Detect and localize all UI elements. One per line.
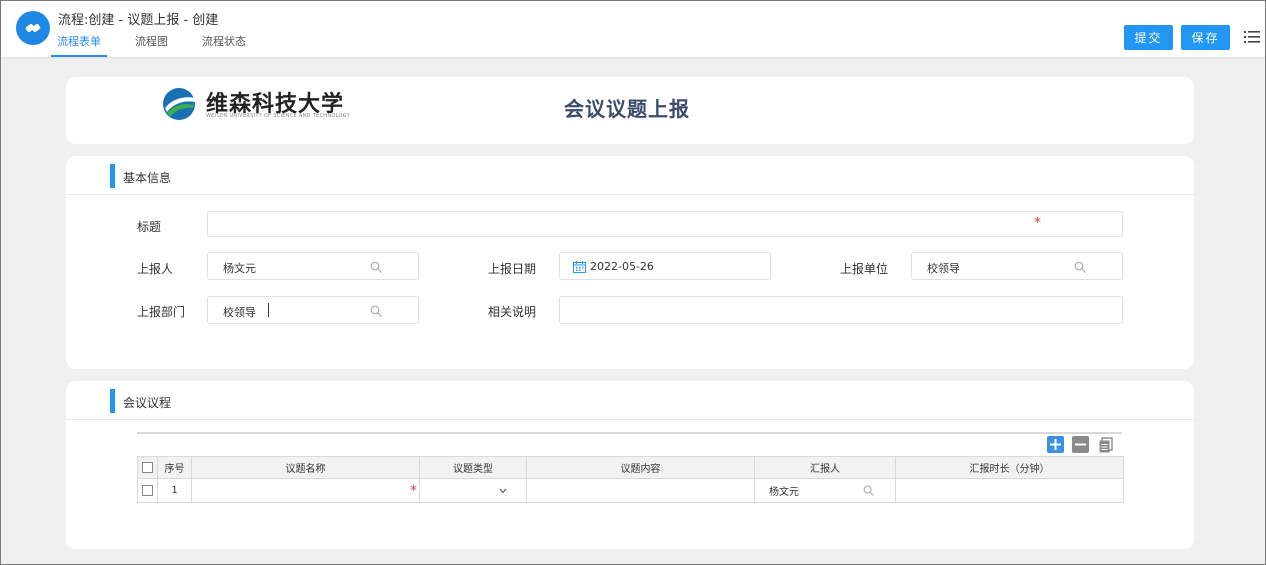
- title-label: 标题: [137, 220, 162, 234]
- window-title: 流程:创建 - 议题上报 - 创建: [58, 13, 219, 28]
- top-bar: 流程:创建 - 议题上报 - 创建 流程表单 流程图 流程状态 提交 保存: [1, 1, 1265, 57]
- app-logo-icon: [16, 11, 50, 45]
- tab-flow-chart[interactable]: 流程图: [129, 34, 174, 57]
- copy-row-icon[interactable]: [1097, 436, 1114, 453]
- report-date-value: 2022-05-26: [590, 260, 654, 273]
- add-row-icon[interactable]: [1047, 436, 1064, 453]
- report-date-input[interactable]: 2022-05-26: [559, 252, 771, 280]
- row-reporter-cell[interactable]: 杨文元: [754, 478, 896, 503]
- column-header: 序号: [157, 456, 192, 479]
- report-unit-value: 校领导: [927, 262, 960, 275]
- school-logo-icon: [161, 86, 197, 122]
- select-all-cell: [137, 456, 158, 479]
- form-header-card: 维森科技大学 WEISEN UNIVERSITY OF SCIENCE AND …: [66, 77, 1194, 144]
- topic-name-cell[interactable]: *: [191, 478, 420, 503]
- reporter-value: 杨文元: [223, 262, 256, 275]
- search-icon[interactable]: [370, 305, 382, 317]
- report-dept-label: 上报部门: [137, 305, 186, 319]
- report-date-label: 上报日期: [488, 262, 537, 276]
- reporter-label: 上报人: [137, 262, 174, 276]
- submit-button[interactable]: 提交: [1124, 25, 1173, 50]
- column-header: 议题类型: [419, 456, 527, 479]
- report-dept-value: 校领导: [223, 306, 256, 319]
- school-name-en: WEISEN UNIVERSITY OF SCIENCE AND TECHNOL…: [206, 113, 351, 119]
- table-row: 1 * 杨文元: [137, 478, 1124, 503]
- list-menu-icon[interactable]: [1244, 29, 1260, 45]
- row-reporter-value: 杨文元: [769, 487, 799, 498]
- topic-content-cell[interactable]: [526, 478, 755, 503]
- column-header: 汇报人: [754, 456, 896, 479]
- agenda-table: 序号 议题名称 议题类型 议题内容 汇报人 汇报时长（分钟） 1 * 杨文元: [137, 456, 1124, 503]
- section-title-agenda: 会议议程: [123, 396, 172, 410]
- title-input[interactable]: *: [207, 211, 1123, 237]
- reporter-input[interactable]: 杨文元: [207, 252, 419, 280]
- table-header-row: 序号 议题名称 议题类型 议题内容 汇报人 汇报时长（分钟）: [137, 456, 1124, 479]
- section-header: 基本信息: [66, 156, 1194, 195]
- column-header: 议题名称: [191, 456, 420, 479]
- report-unit-label: 上报单位: [840, 262, 889, 276]
- section-accent-bar: [110, 164, 115, 188]
- table-toolbar: [1047, 436, 1114, 453]
- remark-label: 相关说明: [488, 305, 537, 319]
- tab-process-status[interactable]: 流程状态: [196, 34, 252, 57]
- save-button[interactable]: 保存: [1181, 25, 1230, 50]
- basic-info-card: 基本信息 标题 * 上报人 杨文元 上报日期 2022-05-26 上报单位 校…: [66, 156, 1194, 369]
- required-star: *: [1034, 215, 1041, 231]
- remove-row-icon[interactable]: [1072, 436, 1089, 453]
- tab-bar: 流程表单 流程图 流程状态: [51, 34, 274, 57]
- report-unit-input[interactable]: 校领导: [911, 252, 1123, 280]
- form-title: 会议议题上报: [564, 97, 690, 121]
- section-title-basic: 基本信息: [123, 171, 172, 185]
- column-header: 汇报时长（分钟）: [895, 456, 1124, 479]
- section-header: 会议议程: [66, 381, 1194, 420]
- search-icon[interactable]: [370, 261, 382, 273]
- chevron-down-icon: [499, 488, 507, 494]
- text-cursor: [268, 303, 269, 317]
- row-index: 1: [157, 478, 192, 503]
- row-checkbox[interactable]: [142, 484, 153, 496]
- remark-input[interactable]: [559, 296, 1123, 324]
- agenda-card: 会议议程 序号 议题名称 议题类型 议题内容 汇报人 汇报时长（分钟） 1 * …: [66, 381, 1194, 549]
- topic-type-select[interactable]: [419, 478, 527, 503]
- table-top-divider: [137, 432, 1122, 434]
- select-all-checkbox[interactable]: [142, 461, 153, 473]
- row-select-cell: [137, 478, 158, 503]
- required-star: *: [410, 483, 417, 499]
- search-icon[interactable]: [1074, 261, 1086, 273]
- tab-process-form[interactable]: 流程表单: [51, 34, 107, 57]
- report-dept-input[interactable]: 校领导: [207, 296, 419, 324]
- duration-cell[interactable]: [895, 478, 1124, 503]
- section-accent-bar: [110, 389, 115, 413]
- search-icon[interactable]: [863, 485, 874, 496]
- column-header: 议题内容: [526, 456, 755, 479]
- calendar-icon[interactable]: [573, 261, 586, 273]
